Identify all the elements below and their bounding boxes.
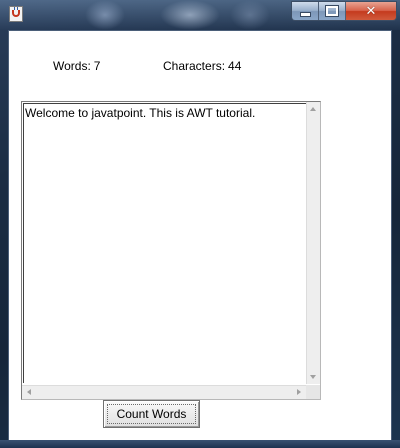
scroll-right-icon[interactable]	[297, 389, 301, 395]
scroll-down-icon[interactable]	[310, 375, 316, 379]
count-words-button-label: Count Words	[107, 404, 196, 424]
maximize-button[interactable]	[319, 2, 346, 20]
minimize-icon	[299, 11, 311, 17]
minimize-button[interactable]	[292, 2, 319, 20]
text-area-container: Welcome to javatpoint. This is AWT tutor…	[21, 101, 321, 400]
taskbar-glow	[160, 0, 220, 30]
words-label-text: Words:	[53, 59, 91, 73]
close-icon: ✕	[365, 3, 377, 19]
taskbar-glow	[230, 0, 270, 30]
count-words-button[interactable]: Count Words	[103, 400, 200, 428]
close-button[interactable]: ✕	[346, 2, 396, 20]
characters-count-value: 44	[228, 59, 242, 73]
vertical-scrollbar[interactable]	[306, 102, 320, 384]
maximize-icon	[325, 5, 339, 17]
client-area: Words: 7 Characters: 44 Welcome to javatpo…	[8, 30, 392, 440]
window-controls: ✕	[291, 1, 397, 21]
taskbar-glow	[85, 0, 125, 30]
characters-count-label: Characters: 44	[163, 59, 241, 73]
window-bottom-border	[0, 440, 400, 448]
application-window: ✕ Words: 7 Characters: 44 Welcome to javat…	[0, 0, 400, 448]
horizontal-scrollbar[interactable]	[22, 385, 306, 399]
title-bar[interactable]: ✕	[0, 0, 400, 30]
words-count-label: Words: 7	[53, 59, 100, 73]
characters-label-text: Characters:	[163, 59, 226, 73]
words-count-value: 7	[93, 59, 101, 73]
scroll-left-icon[interactable]	[27, 389, 31, 395]
text-input-area[interactable]: Welcome to javatpoint. This is AWT tutor…	[23, 103, 306, 383]
java-icon-cup	[12, 10, 20, 17]
java-icon[interactable]	[9, 6, 23, 22]
scrollbar-corner	[306, 385, 320, 399]
scroll-up-icon[interactable]	[310, 107, 316, 111]
